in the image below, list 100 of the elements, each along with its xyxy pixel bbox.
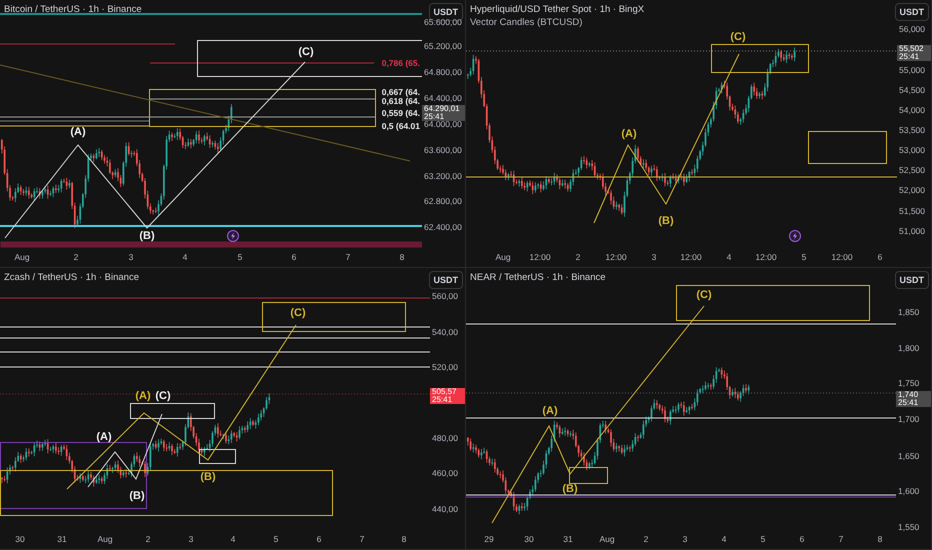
time-axis-label: 2 [74,252,78,262]
time-axis-label: 2 [576,252,580,262]
wave-label: (C) [696,289,712,301]
currency-button[interactable]: USDT [428,271,463,289]
time-axis-label: 31 [57,534,67,544]
price-axis-label: 63.600,00 [424,146,462,155]
time-axis-label: 4 [182,252,188,262]
chart-title: Zcash / TetherUS · 1h · Binance [4,272,139,283]
price-axis-label: 540,00 [432,328,458,337]
chart-title: Hyperliquid/USD Tether Spot · 1h · BingX [470,4,644,15]
fibonacci-label: 0,667 (64. [382,87,420,97]
time-axis-label: 3 [682,534,688,544]
price-axis-label: 55,000 [899,66,925,75]
fibonacci-label: 0,5 (64.01 [382,121,420,131]
price-axis-label: 480,00 [432,434,458,443]
price-axis-label: 52,000 [899,186,925,195]
time-axis-label: 12:00 [755,252,777,262]
price-axis-label: 64.800,00 [424,68,462,77]
price-axis-label: 440,00 [432,505,458,514]
time-axis-label: 12:00 [831,252,853,262]
price-axis-label: 1,750 [898,379,920,388]
wave-label: (B) [139,230,155,242]
price-axis-label: 54,000 [899,106,925,115]
time-axis-label: 31 [563,534,573,544]
time-axis-label: 12:00 [605,252,627,262]
time-axis-label: 3 [188,534,194,544]
time-axis-label: 5 [760,534,766,544]
price-axis-label: 56,000 [899,25,925,34]
time-axis-label: 5 [274,534,278,544]
time-axis-label: 8 [400,252,404,262]
price-axis-label: 1,650 [898,452,920,461]
price-axis-label: 1,800 [898,344,920,353]
wave-label: (C) [730,31,746,43]
time-axis-label: 30 [15,534,25,544]
fibonacci-label: 0,618 (64. [382,96,420,106]
price-axis-label: 63.200,00 [424,172,462,181]
time-axis-label: 4 [726,252,732,262]
wave-label: (B) [200,471,216,483]
price-axis-label: 65.200,00 [424,42,462,51]
wave-label: (B) [658,215,674,227]
price-tag: 1,740 25:41 [896,391,931,407]
time-axis-label: 6 [292,252,296,262]
time-axis-label: 3 [652,252,656,262]
price-axis-label: 51,000 [899,227,925,236]
wave-label: (A) [621,128,637,140]
wave-label: (C) [155,390,171,402]
time-axis-label: 30 [524,534,534,544]
price-axis-label: 51,500 [899,207,925,216]
time-axis-label: 4 [722,534,726,544]
time-axis-label: 4 [230,534,236,544]
wave-label: (C) [298,46,314,58]
time-axis-label: 3 [128,252,134,262]
indicator-label: Vector Candles (BTCUSD) [470,17,584,28]
price-tag: 505,57 25:41 [430,388,465,404]
price-axis-label: 1,850 [898,308,920,317]
currency-button[interactable]: USDT [894,3,929,21]
time-axis-label: 8 [878,534,882,544]
time-axis-label: 2 [644,534,648,544]
wave-label: (A) [70,126,86,138]
time-axis-label: Aug [495,252,511,262]
price-axis-label: 64.400,00 [424,94,462,103]
time-axis-label: Aug [14,252,30,262]
time-axis-label: Aug [599,534,615,544]
price-axis-label: 520,00 [432,363,458,372]
time-axis-label: 7 [838,534,844,544]
price-axis-label: 53,500 [899,126,925,135]
price-axis-label: 1,600 [898,487,920,496]
fibonacci-label: 0,559 (64. [382,108,420,118]
price-axis-label: 53,000 [899,146,925,155]
time-axis-label: 7 [360,534,364,544]
wave-label: (A) [542,405,558,417]
price-axis-label: 62.800,00 [424,197,462,206]
time-axis-label: 7 [346,252,350,262]
currency-button[interactable]: USDT [894,271,929,289]
price-axis-label: 52,500 [899,166,925,175]
price-tag: 55,502 25:41 [897,45,931,61]
wave-label: (C) [290,307,306,319]
price-axis-label: 65.600,00 [424,18,462,27]
time-axis-label: 8 [402,534,406,544]
chart-title: Bitcoin / TetherUS · 1h · Binance [4,4,142,15]
fibonacci-label: 0,786 (65. [382,58,420,68]
time-axis-label: Aug [97,534,113,544]
time-axis-label: 6 [316,534,322,544]
wave-label: (B) [562,483,578,495]
price-axis-label: 460,00 [432,469,458,478]
price-axis-label: 64.000,00 [424,120,462,129]
price-axis-label: 54,500 [899,86,925,95]
wave-label: (A) [135,390,151,402]
price-axis-label: 1,700 [898,415,920,424]
time-axis-label: 12:00 [680,252,702,262]
price-tag: 64.290,01 25:41 [422,105,465,121]
time-axis-label: 29 [484,534,494,544]
time-axis-label: 6 [800,534,804,544]
time-axis-label: 5 [238,252,242,262]
wave-label: (A) [96,431,112,443]
chart-title: NEAR / TetherUS · 1h · Binance [470,272,606,283]
price-axis-label: 1,550 [898,523,920,532]
wave-label: (B) [129,490,145,502]
time-axis-label: 12:00 [529,252,551,262]
time-axis-label: 6 [878,252,882,262]
